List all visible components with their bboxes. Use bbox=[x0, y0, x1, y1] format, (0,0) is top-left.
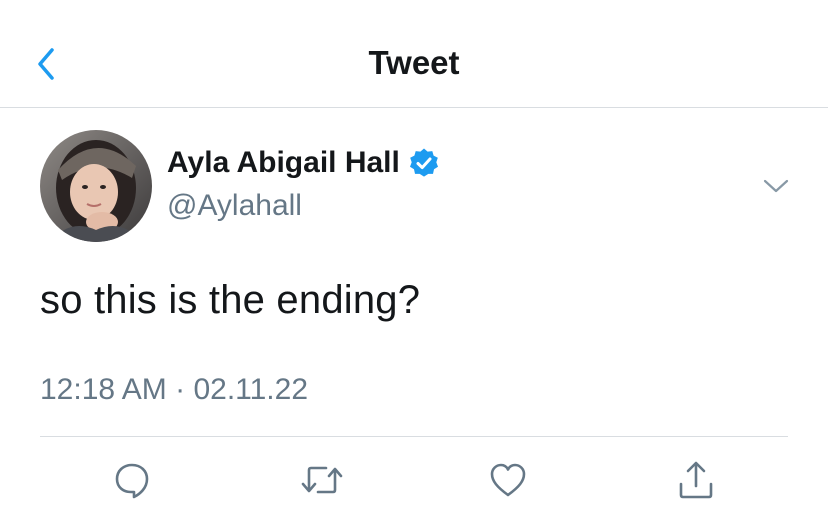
retweet-button[interactable] bbox=[300, 460, 344, 500]
navigation-bar: Tweet bbox=[0, 0, 828, 108]
tweet-text: so this is the ending? bbox=[40, 278, 421, 322]
tweet-date: 02.11.22 bbox=[193, 373, 309, 406]
tweet-time: 12:18 AM bbox=[40, 373, 167, 406]
timestamp-separator: · bbox=[175, 373, 186, 406]
like-button[interactable] bbox=[488, 460, 528, 500]
heart-icon bbox=[490, 463, 526, 497]
divider bbox=[40, 436, 788, 437]
chevron-down-icon bbox=[763, 179, 789, 193]
more-options-button[interactable] bbox=[762, 176, 790, 196]
page-title: Tweet bbox=[368, 44, 460, 81]
reply-button[interactable] bbox=[112, 460, 152, 500]
avatar[interactable] bbox=[40, 130, 152, 242]
author-display-name[interactable]: Ayla Abigail Hall bbox=[167, 146, 400, 180]
author-name-row[interactable]: Ayla Abigail Hall bbox=[167, 146, 440, 180]
tweet-timestamp: 12:18 AM · 02.11.22 bbox=[40, 373, 308, 407]
share-icon bbox=[679, 461, 713, 499]
author-handle[interactable]: @Aylahall bbox=[167, 189, 302, 223]
avatar-image bbox=[40, 130, 152, 242]
verified-badge-icon bbox=[409, 148, 438, 177]
retweet-icon bbox=[301, 466, 343, 494]
reply-icon bbox=[115, 463, 149, 499]
share-button[interactable] bbox=[676, 460, 716, 500]
